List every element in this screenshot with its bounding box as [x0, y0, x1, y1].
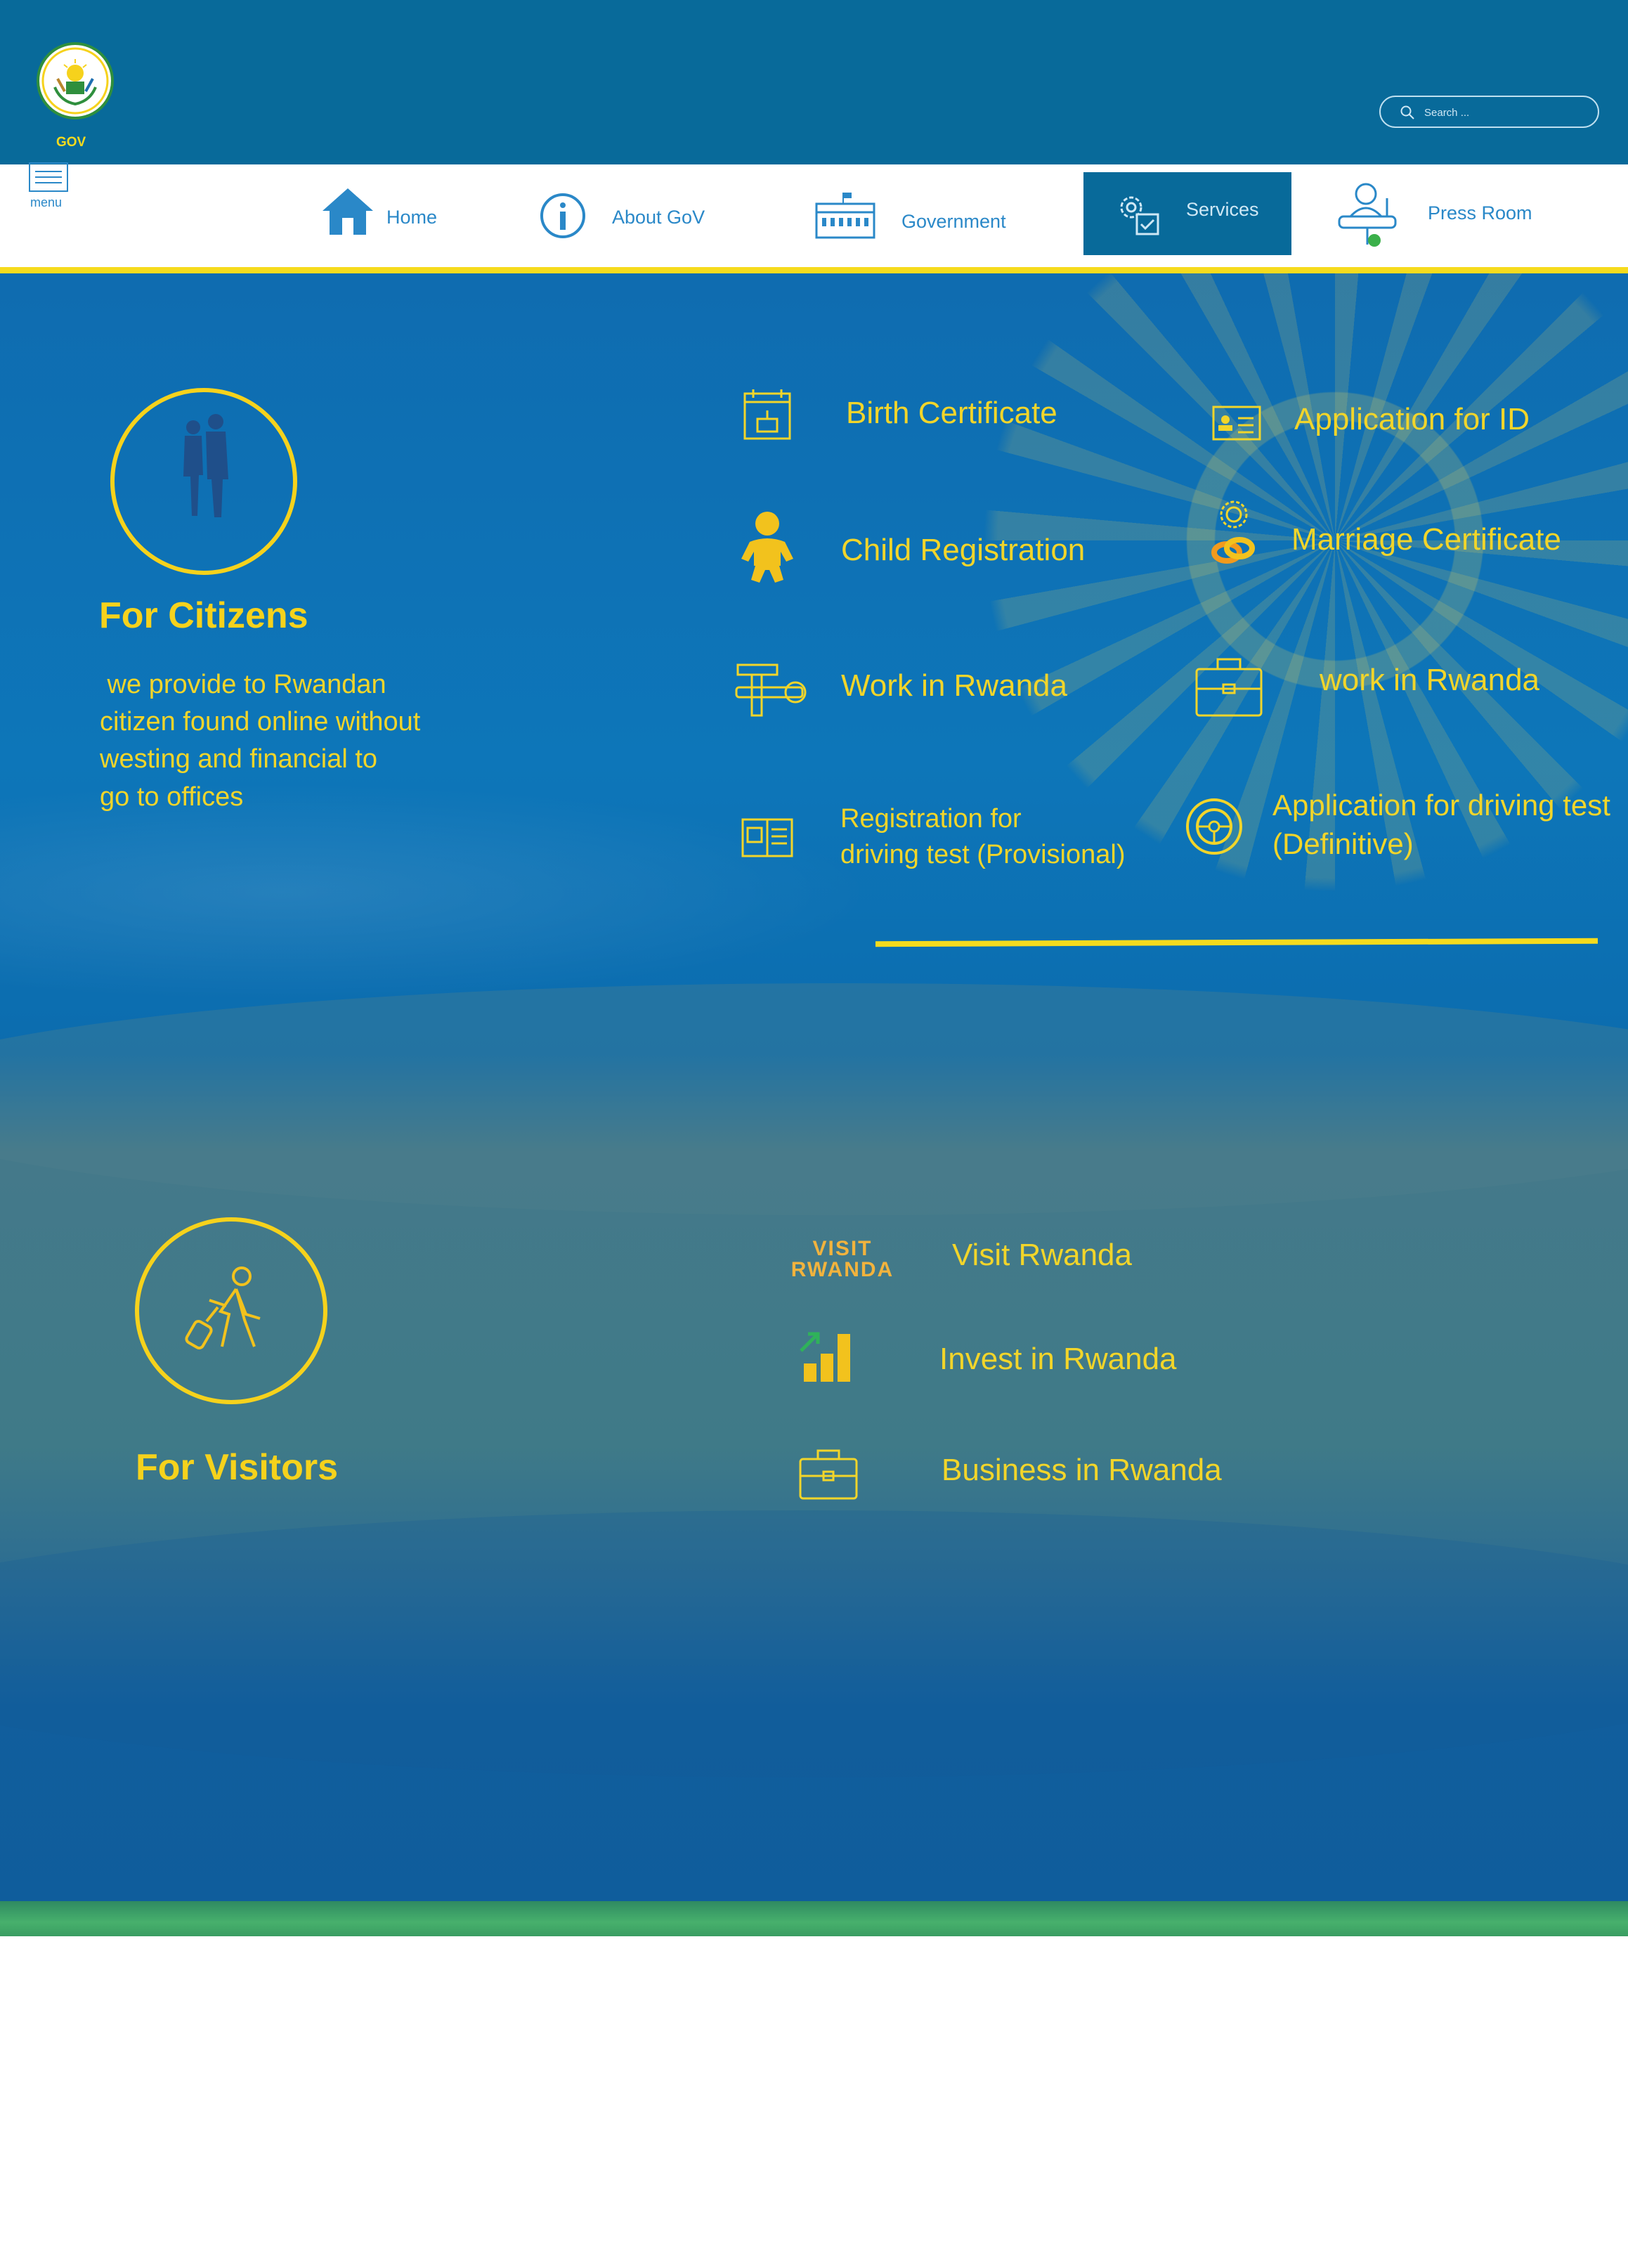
- description-line: citizen found online without: [100, 707, 421, 737]
- building-icon: [815, 193, 875, 239]
- nav-label-government: Government: [901, 211, 1006, 232]
- coat-of-arms-icon: [41, 47, 109, 115]
- service-invest-in-rwanda[interactable]: Invest in Rwanda: [794, 1328, 1187, 1392]
- logo-text: RWANDA: [790, 1258, 894, 1281]
- service-label: Birth Certificate: [846, 396, 1057, 430]
- logo-label: GOV: [56, 135, 86, 150]
- search-icon: [1400, 105, 1414, 119]
- tools-icon: [735, 663, 807, 717]
- service-label: Work in Rwanda: [841, 668, 1067, 703]
- nav-label-home: Home: [386, 207, 438, 228]
- logo-text: VISIT: [812, 1237, 873, 1260]
- coat-of-arms-logo[interactable]: [37, 42, 114, 119]
- service-label: Business in Rwanda: [942, 1453, 1222, 1487]
- license-book-icon: [741, 818, 793, 857]
- search-input[interactable]: [1423, 103, 1580, 122]
- traveler-icon: [185, 1266, 261, 1350]
- calendar-cake-icon: [743, 389, 791, 440]
- service-marriage-certificate[interactable]: Marriage Certificate: [1207, 499, 1615, 576]
- flag-wave: [0, 1510, 1628, 1777]
- service-child-registration[interactable]: Child Registration: [734, 510, 1128, 587]
- service-label: driving test (Provisional): [840, 840, 1126, 870]
- service-work-in-rwanda[interactable]: Work in Rwanda: [731, 652, 1110, 722]
- description-line: we provide to Rwandan: [100, 670, 386, 699]
- nav-item-home[interactable]: Home: [320, 184, 460, 240]
- home-icon: [323, 188, 373, 235]
- service-label: Application for ID: [1294, 402, 1530, 436]
- info-icon: [540, 193, 585, 238]
- nav-item-about[interactable]: About GoV: [540, 193, 722, 242]
- briefcase-icon: [799, 1449, 858, 1500]
- service-label: Invest in Rwanda: [939, 1342, 1177, 1376]
- search-box[interactable]: [1379, 96, 1599, 128]
- service-work-in-rwanda-2[interactable]: work in Rwanda: [1194, 645, 1588, 722]
- visit-rwanda-logo: VISIT RWANDA: [779, 1238, 906, 1281]
- speaker-podium-icon: [1338, 183, 1397, 247]
- description-line: westing and financial to: [100, 744, 378, 775]
- nav-label-about: About GoV: [612, 207, 705, 228]
- service-label-block: Registration for driving test (Provision…: [840, 801, 1125, 874]
- service-label: Marriage Certificate: [1291, 522, 1561, 557]
- service-visit-rwanda[interactable]: VISIT RWANDA Visit Rwanda: [776, 1229, 1170, 1292]
- service-label: Visit Rwanda: [952, 1238, 1132, 1272]
- nav-label-press-room: Press Room: [1428, 202, 1532, 223]
- menu-label: menu: [30, 195, 63, 209]
- citizens-description: we provide to Rwandan citizen found onli…: [100, 666, 521, 816]
- briefcase-icon: [1195, 658, 1263, 717]
- service-application-for-id[interactable]: Application for ID: [1209, 397, 1602, 453]
- service-label: Application for driving test: [1272, 789, 1610, 822]
- growth-chart-icon: [800, 1332, 850, 1382]
- visitors-circle: [135, 1217, 327, 1404]
- flag-green-strip: [0, 1901, 1628, 1936]
- nav-item-services[interactable]: Services: [1083, 172, 1291, 255]
- description-line: go to offices: [100, 782, 244, 812]
- nav-divider-line: [0, 267, 1628, 273]
- id-card-icon: [1212, 406, 1261, 441]
- citizens-circle: [110, 388, 297, 575]
- hamburger-menu-icon: [29, 162, 68, 192]
- service-driving-test-provisional[interactable]: Registration for driving test (Provision…: [738, 801, 1131, 886]
- nav-item-government[interactable]: Government: [814, 191, 1024, 247]
- service-label: work in Rwanda: [1320, 663, 1540, 697]
- service-driving-test-definitive[interactable]: Application for driving test (Definitive…: [1185, 786, 1610, 877]
- gear-checklist-icon: [1120, 196, 1159, 235]
- rings-icon: [1211, 500, 1255, 564]
- nav-item-press-room[interactable]: Press Room: [1335, 181, 1546, 252]
- steering-wheel-icon: [1186, 798, 1242, 855]
- service-business-in-rwanda[interactable]: Business in Rwanda: [794, 1441, 1222, 1511]
- citizens-heading: For Citizens: [99, 595, 308, 636]
- visitors-heading: For Visitors: [136, 1447, 339, 1488]
- baby-icon: [741, 512, 793, 583]
- service-label: Child Registration: [841, 533, 1086, 567]
- people-silhouette-icon: [183, 414, 228, 517]
- flag-wave: [0, 983, 1628, 1215]
- service-label: Registration for: [840, 804, 1022, 834]
- service-label: (Definitive): [1272, 827, 1414, 861]
- service-label-block: Application for driving test (Definitive…: [1272, 786, 1610, 864]
- service-birth-certificate[interactable]: Birth Certificate: [738, 387, 1103, 450]
- top-header-bar: [0, 0, 1628, 164]
- nav-label-services: Services: [1186, 199, 1259, 220]
